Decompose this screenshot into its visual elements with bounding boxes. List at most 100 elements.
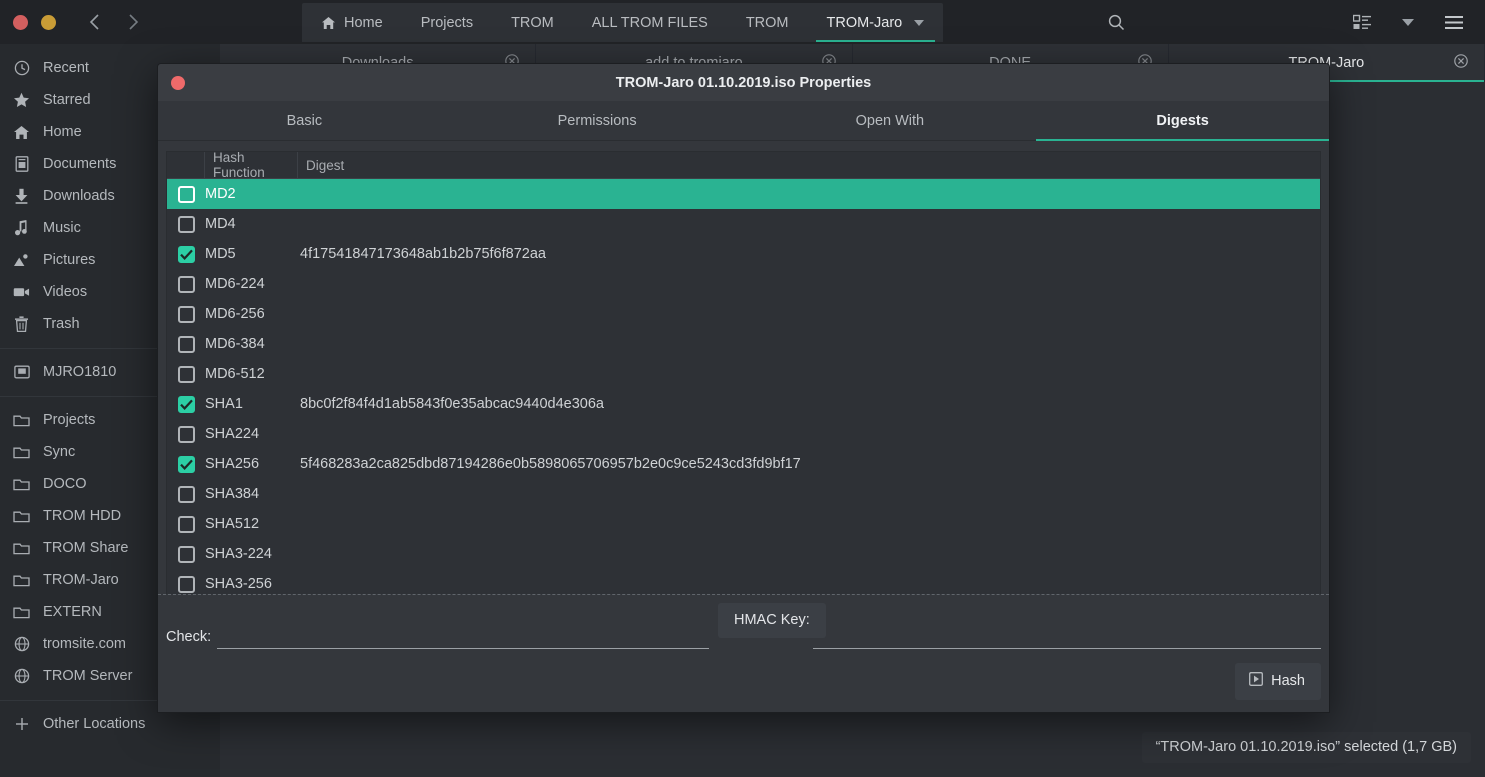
checkbox-sha224[interactable]	[177, 425, 195, 443]
row-checkbox-cell[interactable]	[167, 575, 205, 593]
checkbox-sha512[interactable]	[177, 515, 195, 533]
tab-digests[interactable]: Digests	[1036, 101, 1329, 141]
breadcrumb-item-trom-jaro[interactable]: TROM-Jaro	[808, 3, 944, 42]
row-hash-function: SHA384	[205, 486, 260, 502]
row-checkbox-cell[interactable]	[167, 245, 205, 263]
row-digest: 4f17541847173648ab1b2b75f6f872aa	[300, 246, 546, 262]
breadcrumb-item-projects[interactable]: Projects	[402, 3, 492, 42]
tab-open-with[interactable]: Open With	[744, 101, 1037, 140]
row-hash-function: MD2	[205, 186, 236, 202]
table-row[interactable]: MD6-512	[167, 359, 1320, 389]
forward-icon[interactable]	[126, 12, 140, 32]
digests-table-container: Hash Function Digest MD2 MD4 MD5 4f17541…	[158, 141, 1329, 659]
back-icon[interactable]	[88, 12, 102, 32]
table-row[interactable]: MD6-384	[167, 329, 1320, 359]
checkbox-md2[interactable]	[177, 185, 195, 203]
column-header-digest[interactable]: Digest	[298, 152, 1320, 178]
table-row[interactable]: MD6-224	[167, 269, 1320, 299]
breadcrumb-item-trom-1[interactable]: TROM	[492, 3, 573, 42]
table-row[interactable]: SHA512	[167, 509, 1320, 539]
checkbox-sha3-224[interactable]	[177, 545, 195, 563]
hmac-key-underline	[813, 648, 1321, 649]
row-checkbox-cell[interactable]	[167, 275, 205, 293]
tab-label: Open With	[855, 112, 925, 129]
folder-icon	[13, 572, 30, 589]
row-checkbox-cell[interactable]	[167, 485, 205, 503]
table-row[interactable]: MD6-256	[167, 299, 1320, 329]
sidebar-item-label: Pictures	[43, 252, 96, 268]
sidebar-item-other-locations[interactable]: Other Locations	[0, 708, 220, 740]
table-row[interactable]: MD4	[167, 209, 1320, 239]
row-hash-function: SHA224	[205, 426, 260, 442]
breadcrumb-label: Projects	[420, 14, 474, 31]
sidebar-item-label: DOCO	[43, 476, 87, 492]
table-row[interactable]: MD2	[167, 179, 1320, 209]
checkbox-md6-384[interactable]	[177, 335, 195, 353]
table-row[interactable]: SHA3-224	[167, 539, 1320, 569]
row-checkbox-cell[interactable]	[167, 365, 205, 383]
chevron-down-icon[interactable]	[1385, 0, 1431, 44]
window-close-button[interactable]	[13, 14, 28, 30]
check-input[interactable]	[217, 619, 710, 649]
checkbox-sha384[interactable]	[177, 485, 195, 503]
row-hash-function: SHA512	[205, 516, 260, 532]
sidebar-item-label: Other Locations	[43, 716, 146, 732]
breadcrumb: Home Projects TROM ALL TROM FILES TROM T…	[302, 3, 944, 42]
column-header-hash-function[interactable]: Hash Function	[205, 152, 298, 180]
tab-basic[interactable]: Basic	[158, 101, 451, 140]
row-hash-function: MD6-224	[205, 276, 265, 292]
row-checkbox-cell[interactable]	[167, 425, 205, 443]
row-hash-function: SHA3-256	[205, 576, 272, 592]
execute-icon	[1249, 672, 1264, 690]
table-row[interactable]: SHA1 8bc0f2f84f4d1ab5843f0e35abcac9440d4…	[167, 389, 1320, 419]
view-list-icon[interactable]	[1339, 0, 1385, 44]
window-minimize-button[interactable]	[41, 14, 56, 30]
folder-icon	[13, 508, 30, 525]
navigation-arrows	[88, 12, 140, 32]
breadcrumb-item-trom-2[interactable]: TROM	[727, 3, 808, 42]
hash-button[interactable]: Hash	[1235, 663, 1321, 700]
digests-table[interactable]: Hash Function Digest MD2 MD4 MD5 4f17541…	[166, 151, 1321, 659]
sidebar-item-label: TROM Server	[43, 668, 133, 684]
row-checkbox-cell[interactable]	[167, 305, 205, 323]
row-checkbox-cell[interactable]	[167, 455, 205, 473]
table-row[interactable]: SHA256 5f468283a2ca825dbd87194286e0b5898…	[167, 449, 1320, 479]
column-header-checkbox[interactable]	[167, 152, 205, 178]
dialog-close-button[interactable]	[171, 75, 185, 90]
sidebar-item-label: Sync	[43, 444, 76, 460]
checkbox-md5[interactable]	[177, 245, 195, 263]
chevron-down-icon[interactable]	[914, 19, 925, 26]
row-checkbox-cell[interactable]	[167, 185, 205, 203]
row-checkbox-cell[interactable]	[167, 545, 205, 563]
video-camera-icon	[13, 284, 30, 301]
row-checkbox-cell[interactable]	[167, 515, 205, 533]
hamburger-menu-icon[interactable]	[1431, 0, 1477, 44]
screen: Home Projects TROM ALL TROM FILES TROM T…	[0, 0, 1485, 777]
checkbox-md4[interactable]	[177, 215, 195, 233]
row-checkbox-cell[interactable]	[167, 395, 205, 413]
tab-permissions[interactable]: Permissions	[451, 101, 744, 140]
table-row[interactable]: MD5 4f17541847173648ab1b2b75f6f872aa	[167, 239, 1320, 269]
close-icon[interactable]	[1454, 54, 1468, 72]
checkbox-sha1[interactable]	[177, 395, 195, 413]
drive-icon	[13, 364, 30, 381]
checkbox-sha256[interactable]	[177, 455, 195, 473]
checkbox-md6-512[interactable]	[177, 365, 195, 383]
row-checkbox-cell[interactable]	[167, 215, 205, 233]
breadcrumb-item-all-trom-files[interactable]: ALL TROM FILES	[573, 3, 727, 42]
hmac-key-button[interactable]: HMAC Key:	[718, 603, 826, 638]
breadcrumb-label: Home	[344, 14, 383, 31]
checkbox-md6-256[interactable]	[177, 305, 195, 323]
table-row[interactable]: SHA224	[167, 419, 1320, 449]
table-header: Hash Function Digest	[167, 152, 1320, 180]
breadcrumb-label: ALL TROM FILES	[591, 14, 708, 31]
table-row[interactable]: SHA384	[167, 479, 1320, 509]
checkbox-sha3-256[interactable]	[177, 575, 195, 593]
row-checkbox-cell[interactable]	[167, 335, 205, 353]
search-icon[interactable]	[1093, 0, 1139, 44]
row-digest: 8bc0f2f84f4d1ab5843f0e35abcac9440d4e306a	[300, 396, 604, 412]
dialog-footer: Check: HMAC Key: Hash	[158, 594, 1329, 712]
pictures-icon	[13, 252, 30, 269]
breadcrumb-item-home[interactable]: Home	[302, 3, 402, 42]
checkbox-md6-224[interactable]	[177, 275, 195, 293]
